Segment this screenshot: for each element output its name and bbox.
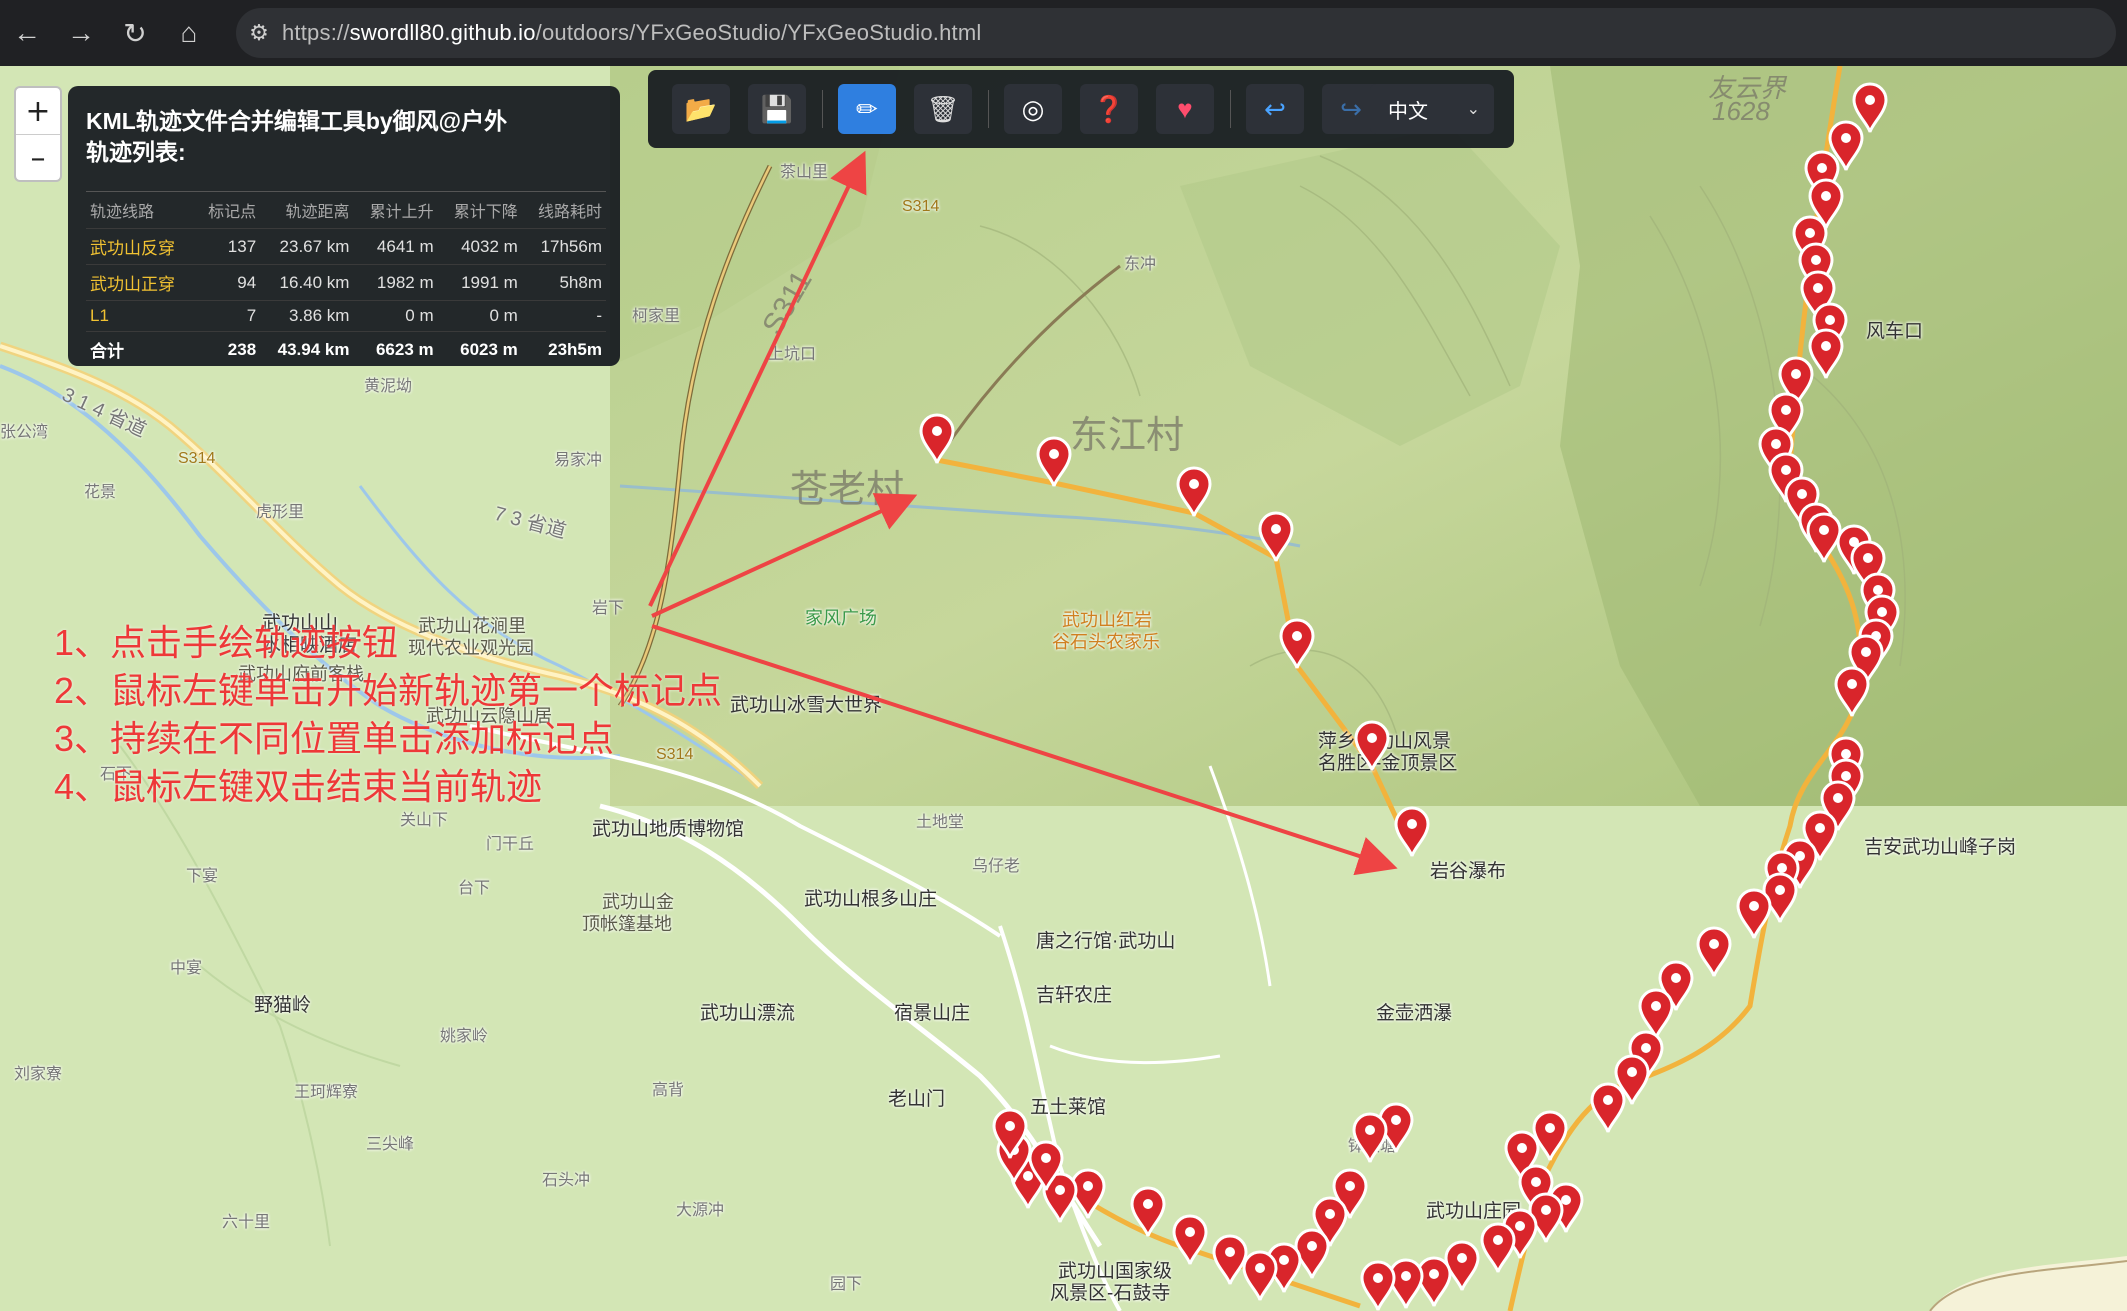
- instruction-step-2: 2、鼠标左键单击开始新轨迹第一个标记点: [54, 670, 723, 711]
- draw-track-icon: ✏: [856, 93, 878, 124]
- back-icon[interactable]: ←: [0, 0, 54, 66]
- locate-button[interactable]: ◎: [1004, 84, 1062, 134]
- track-list-panel: KML轨迹文件合并编辑工具by御风@户外 轨迹列表: 轨迹线路 标记点 轨迹距离…: [68, 86, 620, 367]
- track-name[interactable]: 武功山正穿: [86, 264, 195, 301]
- cell: -: [521, 300, 606, 332]
- cell: 43.94 km: [260, 331, 354, 367]
- cell: 0 m: [437, 300, 522, 332]
- cell: 137: [194, 228, 261, 265]
- cell: 17h56m: [521, 228, 606, 265]
- col-distance: 轨迹距离: [260, 191, 354, 229]
- delete-button[interactable]: 🗑: [914, 84, 972, 134]
- target-icon: ◎: [1021, 93, 1045, 124]
- cell: 4032 m: [437, 228, 522, 265]
- url-path: /outdoors/YFxGeoStudio/YFxGeoStudio.html: [535, 20, 982, 45]
- zoom-in-button[interactable]: +: [16, 88, 60, 135]
- cell: 5h8m: [521, 264, 606, 301]
- url-host: swordll80.github.io: [349, 20, 536, 45]
- help-icon: ❓: [1092, 93, 1126, 124]
- panel-title-sub: 轨迹列表:: [86, 139, 186, 165]
- cell: 23.67 km: [260, 228, 354, 265]
- zoom-out-button[interactable]: –: [16, 135, 60, 180]
- open-file-icon: 📂: [684, 93, 718, 124]
- browser-toolbar: ← → ↻ ⌂ ⚙ https://swordll80.github.io/ou…: [0, 0, 2127, 66]
- cell: 3.86 km: [260, 300, 354, 332]
- redo-icon: ↪: [1340, 93, 1362, 124]
- toolbar-divider: [822, 90, 823, 128]
- arrow-to-draw-button: [648, 150, 867, 607]
- arrow-to-last-marker: [651, 624, 1398, 876]
- col-duration: 线路耗时: [521, 191, 606, 229]
- track-table-header: 轨迹线路 标记点 轨迹距离 累计上升 累计下降 线路耗时: [86, 191, 606, 229]
- reload-icon[interactable]: ↻: [108, 0, 162, 66]
- col-markers: 标记点: [194, 191, 261, 229]
- url-scheme: https://: [282, 20, 350, 45]
- cell: 238: [194, 331, 261, 367]
- save-button[interactable]: 💾: [748, 84, 806, 134]
- cell: 16.40 km: [260, 264, 354, 301]
- instruction-step-4: 4、鼠标左键双击结束当前轨迹: [54, 766, 543, 807]
- panel-title-main: KML轨迹文件合并编辑工具by御风@户外: [86, 108, 508, 134]
- col-ascent: 累计上升: [353, 191, 438, 229]
- open-file-button[interactable]: 📂: [672, 84, 730, 134]
- track-name[interactable]: L1: [86, 300, 195, 332]
- draw-track-button[interactable]: ✏: [838, 84, 896, 134]
- cell: 1982 m: [353, 264, 438, 301]
- instruction-step-3: 3、持续在不同位置单击添加标记点: [54, 718, 615, 759]
- address-bar[interactable]: ⚙ https://swordll80.github.io/outdoors/Y…: [236, 8, 2116, 58]
- cell: 6623 m: [353, 331, 438, 367]
- col-track: 轨迹线路: [86, 191, 195, 229]
- site-settings-icon[interactable]: ⚙: [236, 20, 282, 46]
- home-icon[interactable]: ⌂: [162, 0, 216, 66]
- instruction-step-1: 1、点击手绘轨迹按钮: [54, 622, 399, 663]
- tool-bar: 📂 💾 ✏ 🗑 ◎ ❓ ♥ ↩ ↪ 中文 ⌄: [648, 70, 1514, 148]
- zoom-control: + –: [14, 86, 62, 182]
- col-descent: 累计下降: [437, 191, 522, 229]
- cell: 合计: [86, 331, 195, 367]
- heart-icon: ♥: [1177, 93, 1193, 124]
- cell: 1991 m: [437, 264, 522, 301]
- language-select[interactable]: 中文 ⌄: [1370, 84, 1494, 134]
- favorite-button[interactable]: ♥: [1156, 84, 1214, 134]
- table-row[interactable]: 武功山正穿 94 16.40 km 1982 m 1991 m 5h8m: [86, 264, 606, 301]
- panel-title: KML轨迹文件合并编辑工具by御风@户外 轨迹列表:: [86, 106, 507, 168]
- cell: 4641 m: [353, 228, 438, 265]
- cell: 23h5m: [521, 331, 606, 367]
- toolbar-divider: [1230, 90, 1231, 128]
- language-value: 中文: [1388, 100, 1428, 123]
- help-button[interactable]: ❓: [1080, 84, 1138, 134]
- delete-icon: 🗑: [926, 93, 960, 124]
- save-icon: 💾: [760, 93, 794, 124]
- track-table: 轨迹线路 标记点 轨迹距离 累计上升 累计下降 线路耗时 武功山反穿 137 2…: [86, 191, 606, 367]
- cell: 7: [194, 300, 261, 332]
- toolbar-divider: [988, 90, 989, 128]
- undo-icon: ↩: [1264, 93, 1286, 124]
- cell: 0 m: [353, 300, 438, 332]
- chevron-down-icon: ⌄: [1466, 101, 1480, 118]
- table-row[interactable]: L1 7 3.86 km 0 m 0 m -: [86, 300, 606, 332]
- cell: 94: [194, 264, 261, 301]
- forward-icon[interactable]: →: [54, 0, 108, 66]
- cell: 6023 m: [437, 331, 522, 367]
- url-text[interactable]: https://swordll80.github.io/outdoors/YFx…: [282, 20, 981, 46]
- undo-button[interactable]: ↩: [1246, 84, 1304, 134]
- table-total-row: 合计 238 43.94 km 6623 m 6023 m 23h5m: [86, 331, 606, 367]
- table-row[interactable]: 武功山反穿 137 23.67 km 4641 m 4032 m 17h56m: [86, 228, 606, 265]
- track-name[interactable]: 武功山反穿: [86, 228, 195, 265]
